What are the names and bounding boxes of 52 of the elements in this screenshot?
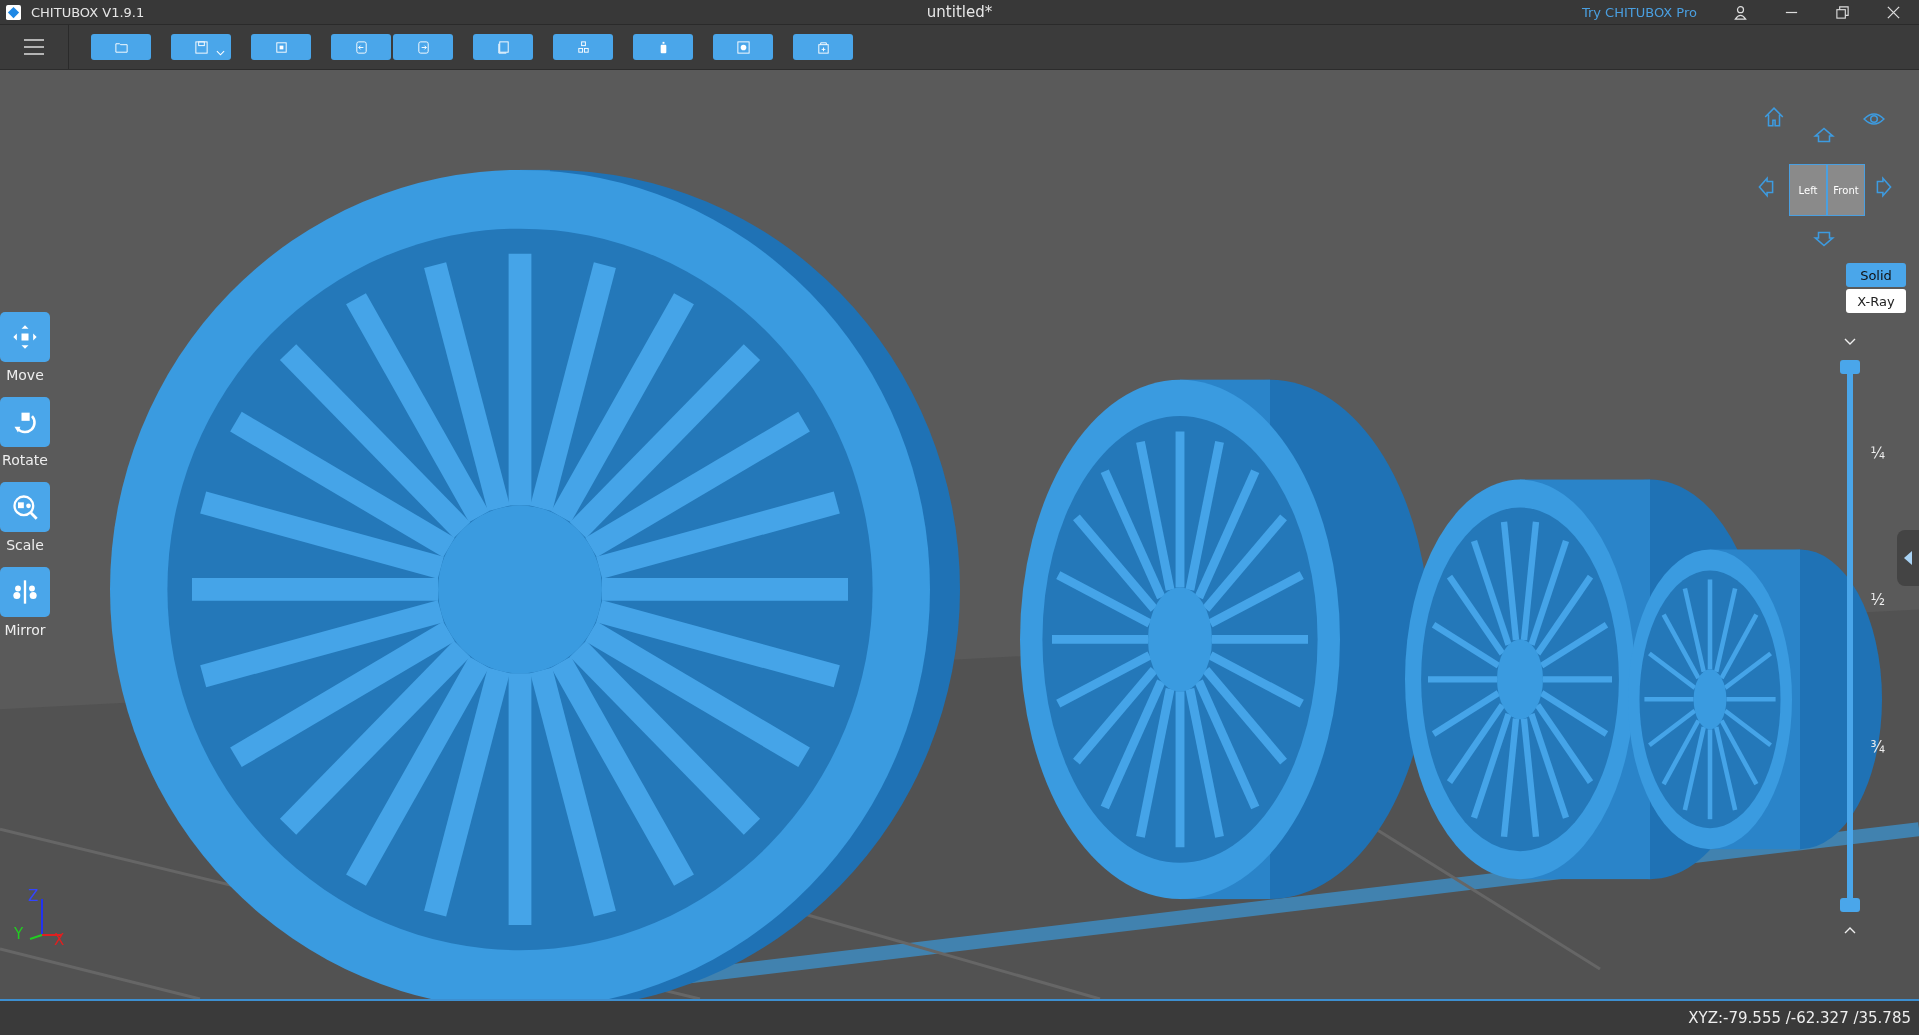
view-mode-button[interactable]: Solid (1846, 263, 1906, 287)
tool-button[interactable] (0, 312, 50, 362)
tool-label: Mirror (4, 622, 46, 638)
crop-button[interactable] (251, 34, 311, 60)
window-title: untitled* (926, 3, 993, 21)
cubes-icon (575, 39, 591, 55)
mirror-icon (11, 578, 39, 606)
tool-button[interactable] (0, 567, 50, 617)
arrow-left-icon (353, 39, 369, 55)
home-view-icon[interactable] (1763, 106, 1785, 128)
undo-button[interactable] (331, 34, 391, 60)
menu-icon[interactable] (24, 39, 44, 55)
pages-icon (495, 39, 511, 55)
frame-icon (273, 39, 289, 55)
app-logo-icon (6, 4, 21, 20)
tool-button[interactable] (0, 482, 50, 532)
z-axis-label: Z (28, 887, 39, 905)
layer-range-bar[interactable] (1840, 360, 1861, 912)
square-button[interactable] (713, 34, 773, 60)
box-button[interactable] (793, 34, 853, 60)
chevron-down-icon[interactable] (1844, 338, 1857, 346)
view-cube-face[interactable]: Front (1828, 165, 1864, 215)
view-mode-button[interactable]: X-Ray (1846, 289, 1906, 313)
box-icon (815, 39, 831, 55)
coordinates-readout: XYZ:-79.555 /-62.327 /35.785 (1688, 1009, 1911, 1027)
slider-tick-label: ¼ (1870, 444, 1885, 463)
cubes-button[interactable] (553, 34, 613, 60)
restore-icon[interactable] (1835, 4, 1850, 20)
tool-label: Move (6, 367, 44, 383)
bottle-button[interactable] (633, 34, 693, 60)
open-file-button[interactable] (91, 34, 151, 60)
close-icon[interactable] (1886, 4, 1901, 20)
y-axis-label: Y (14, 925, 24, 943)
caret-icon[interactable] (216, 50, 225, 56)
side-panel-toggle[interactable] (1897, 530, 1919, 586)
save-button[interactable] (171, 34, 231, 60)
tool-label: Scale (6, 537, 44, 553)
pro-link[interactable]: Try CHITUBOX Pro (1581, 4, 1697, 20)
chevron-up-icon[interactable] (1844, 926, 1857, 934)
app-name: CHITUBOX V1.9.1 (31, 4, 145, 20)
slider-tick-label: ¾ (1870, 737, 1885, 756)
tool-label: Rotate (2, 452, 48, 468)
copy-button[interactable] (473, 34, 533, 60)
redo-button[interactable] (393, 34, 453, 60)
slider-tick-label: ½ (1870, 591, 1885, 609)
triangle-left-icon (1903, 550, 1913, 566)
view-cube-face[interactable]: Left (1790, 165, 1826, 215)
arrow-right-icon (415, 39, 431, 55)
scale-icon (11, 493, 39, 521)
user-icon[interactable] (1733, 4, 1748, 20)
move-arrows-icon (11, 323, 39, 351)
tool-button[interactable] (0, 397, 50, 447)
